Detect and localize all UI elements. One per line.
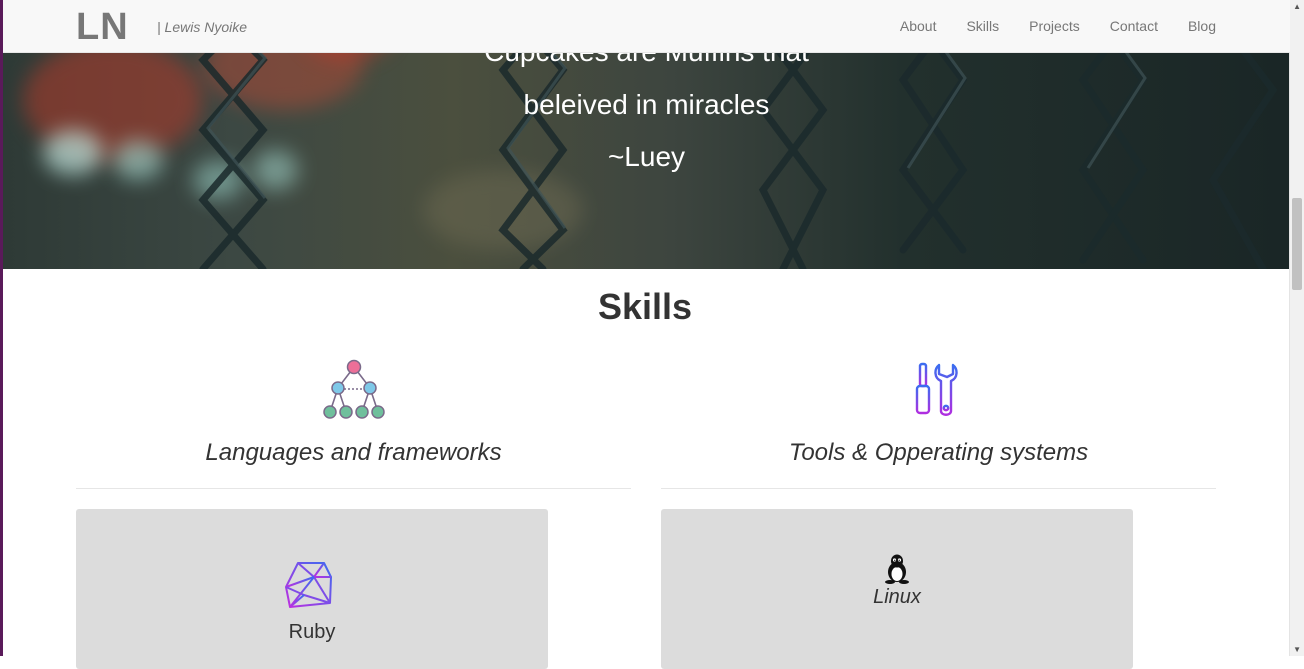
top-navbar: LN | Lewis Nyoike About Skills Projects …: [3, 0, 1290, 53]
skills-column-title-tools: Tools & Opperating systems: [788, 439, 1089, 466]
skill-card-label-linux: Linux: [873, 586, 921, 608]
brand-logo[interactable]: LN: [76, 6, 129, 49]
scroll-up-arrow-icon[interactable]: ▲: [1293, 2, 1301, 11]
hero-quote-line-2: beleived in miracles: [523, 89, 770, 120]
brand-tagline: | Lewis Nyoike: [157, 19, 248, 35]
skills-column-title-languages: Languages and frameworks: [205, 439, 502, 466]
linux-tux-icon: [885, 554, 909, 584]
network-tree-icon: [323, 359, 385, 419]
ruby-gem-icon: [285, 562, 332, 608]
scrollbar-thumb[interactable]: [1292, 198, 1302, 290]
nav-link-contact[interactable]: Contact: [1110, 18, 1158, 34]
nav-link-skills[interactable]: Skills: [966, 18, 999, 34]
skill-card-label-ruby: Ruby: [288, 621, 336, 643]
hero-quote-author: ~Luey: [607, 141, 686, 172]
skill-card-linux[interactable]: Linux: [661, 509, 1133, 669]
nav-link-blog[interactable]: Blog: [1188, 18, 1216, 34]
divider: [76, 488, 631, 489]
skills-heading: Skills: [597, 286, 693, 327]
nav-link-projects[interactable]: Projects: [1029, 18, 1080, 34]
tools-icon: [915, 362, 958, 416]
skill-card-ruby[interactable]: Ruby: [76, 509, 548, 669]
page-scrollbar[interactable]: ▲ ▼: [1289, 0, 1304, 656]
nav-links: About Skills Projects Contact Blog: [900, 18, 1216, 34]
scroll-down-arrow-icon[interactable]: ▼: [1293, 645, 1301, 654]
divider: [661, 488, 1216, 489]
nav-link-about[interactable]: About: [900, 18, 937, 34]
